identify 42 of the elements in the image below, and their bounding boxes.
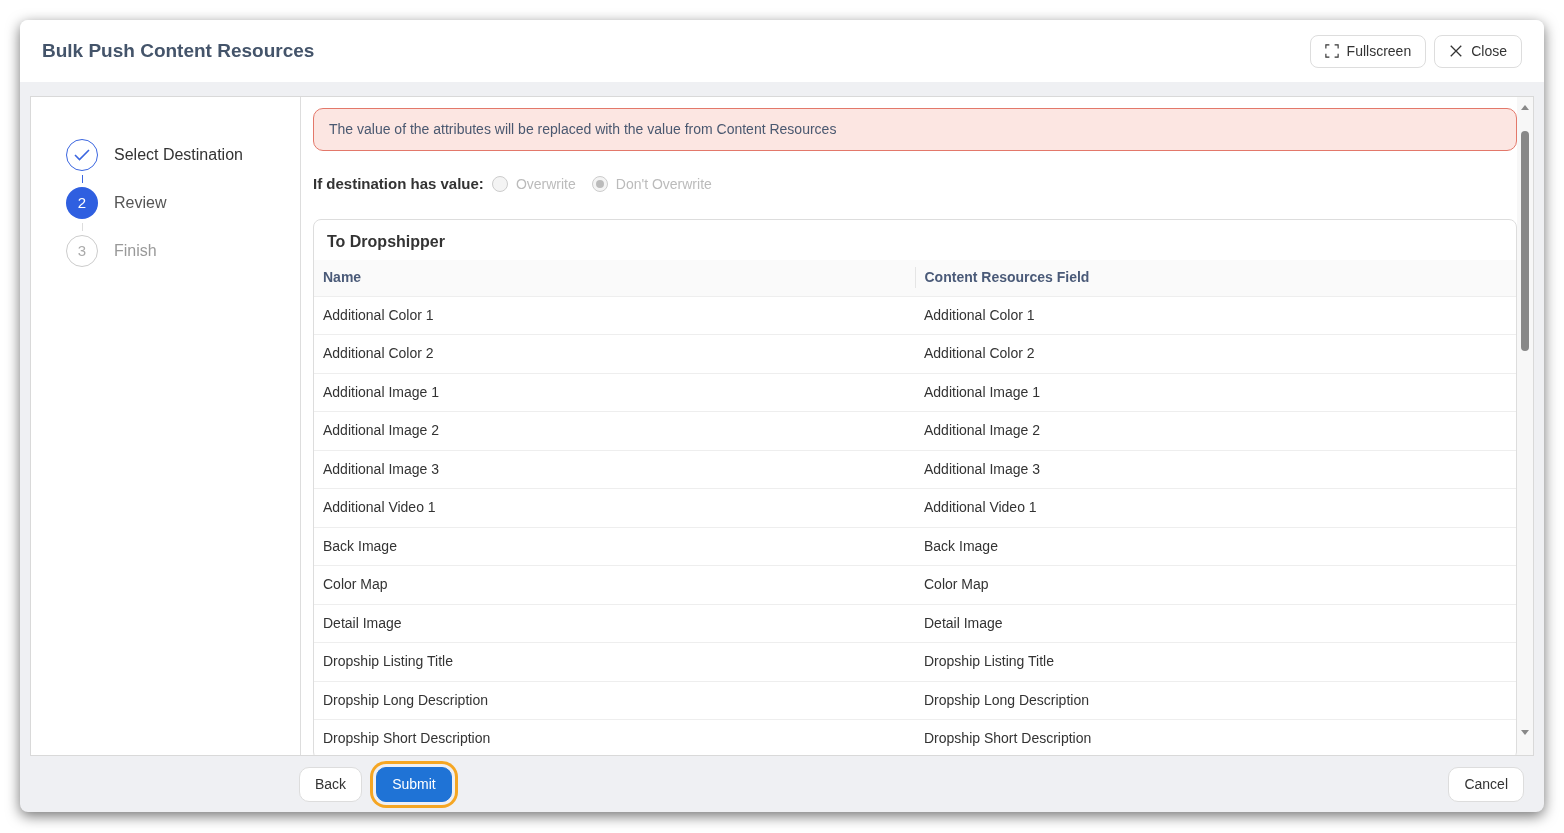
table-cell-text: Additional Color 1 xyxy=(322,305,435,325)
fullscreen-icon xyxy=(1324,44,1339,58)
table-cell-text: Back Image xyxy=(923,536,999,556)
table-cell-text: Dropship Short Description xyxy=(322,729,492,749)
table-cell-text: Dropship Listing Title xyxy=(322,652,454,672)
table-cell-text: Additional Image 2 xyxy=(923,421,1041,441)
table-cell-text: Back Image xyxy=(322,536,398,556)
table-cell-text: Additional Video 1 xyxy=(923,498,1038,518)
step-label[interactable]: Review xyxy=(114,191,167,215)
step-number: 2 xyxy=(66,187,98,219)
fullscreen-button[interactable]: Fullscreen xyxy=(1309,34,1427,68)
table-cell-text: Dropship Short Description xyxy=(923,729,1093,749)
table-cell-text: Additional Image 3 xyxy=(923,459,1041,479)
close-button[interactable]: Close xyxy=(1434,34,1522,68)
radio-option: Don't Overwrite xyxy=(591,173,712,195)
table-title: To Dropshipper xyxy=(326,231,446,252)
warning-alert: The value of the attributes will be replaced with the value from Content Resources xyxy=(313,108,1517,151)
table-cell-text: Detail Image xyxy=(923,613,1004,633)
table-cell-text: Additional Image 3 xyxy=(322,459,440,479)
column-header: Content Resources Field xyxy=(914,267,1516,288)
cancel-button[interactable]: Cancel xyxy=(1448,766,1524,802)
table-cell-text: Additional Image 2 xyxy=(322,421,440,441)
column-header: Name xyxy=(322,268,363,287)
table-cell-text: Dropship Listing Title xyxy=(923,652,1055,672)
table-cell-text: Dropship Long Description xyxy=(322,690,489,710)
radio-option: Overwrite xyxy=(491,173,576,195)
back-button[interactable]: Back xyxy=(299,766,363,802)
table-cell-text: Additional Image 1 xyxy=(923,382,1041,402)
dialog-title: Bulk Push Content Resources xyxy=(42,39,315,63)
scrollbar[interactable] xyxy=(1517,97,1533,755)
table-cell-text: Additional Image 1 xyxy=(322,382,440,402)
table-cell-text: Additional Color 2 xyxy=(322,344,435,364)
table-cell-text: Additional Video 1 xyxy=(322,498,437,518)
step-label[interactable]: Select Destination xyxy=(114,143,243,167)
table-cell-text: Dropship Long Description xyxy=(923,690,1090,710)
table-cell-text: Detail Image xyxy=(322,613,403,633)
table-cell-text: Color Map xyxy=(322,575,389,595)
option-label: If destination has value: xyxy=(313,174,484,194)
table-cell-text: Additional Color 2 xyxy=(923,344,1036,364)
close-icon xyxy=(1449,44,1464,58)
table-cell-text: Color Map xyxy=(923,575,990,595)
table-cell-text: Additional Color 1 xyxy=(923,305,1036,325)
